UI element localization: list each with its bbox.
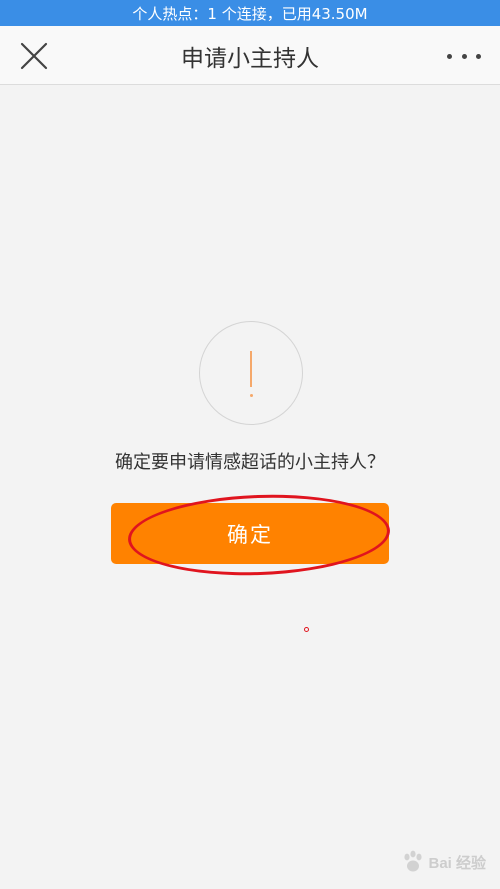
status-bar-text: 个人热点：1 个连接，已用43.50M [132, 4, 368, 23]
confirm-button-label: 确定 [227, 522, 273, 547]
confirm-question: 确定要申请情感超话的小主持人？ [115, 452, 385, 473]
close-button[interactable] [14, 36, 54, 76]
more-dots-icon [461, 53, 467, 59]
more-options-button[interactable] [442, 40, 486, 72]
annotation-mark [304, 627, 309, 632]
top-nav-bar: 申请小主持人 [0, 26, 500, 85]
exclamation-dot [249, 394, 253, 397]
watermark-text: Bai 经验 [428, 854, 486, 872]
page-title: 申请小主持人 [181, 45, 319, 72]
watermark: Bai 经验 [398, 849, 486, 875]
paw-logo-icon [404, 850, 423, 872]
more-dots-icon [476, 53, 481, 59]
exclamation-circle-icon [199, 321, 303, 425]
confirm-button[interactable]: 确定 [111, 503, 389, 564]
exclamation-bar [250, 351, 252, 387]
status-bar: 个人热点：1 个连接，已用43.50M [0, 0, 500, 26]
more-dots-icon [447, 53, 452, 59]
close-icon [20, 42, 48, 70]
